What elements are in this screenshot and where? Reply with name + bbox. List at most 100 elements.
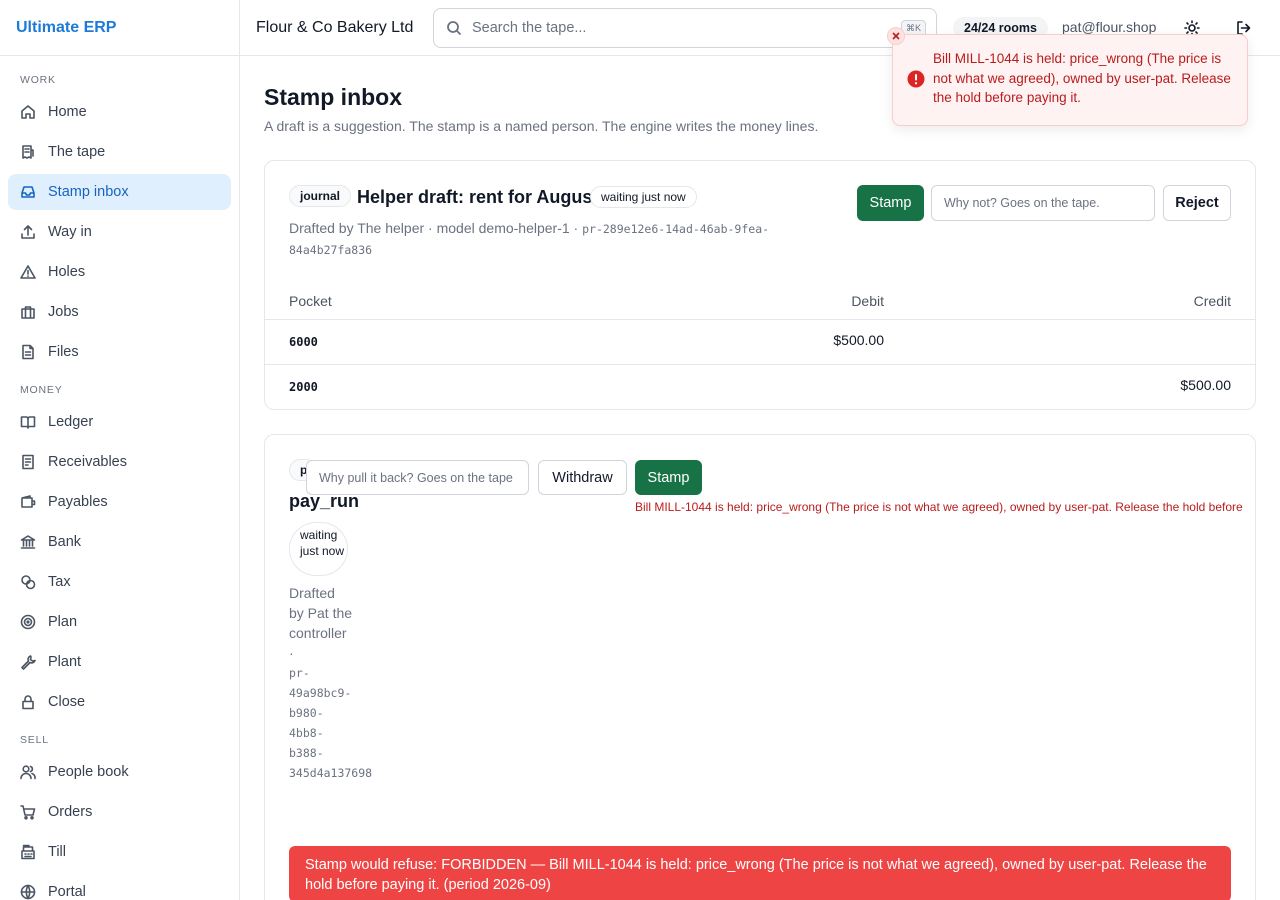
sidebar-item-label: Files	[48, 344, 79, 360]
sidebar-item-label: Home	[48, 104, 87, 120]
brand-logo[interactable]: Ultimate ERP	[0, 0, 239, 56]
withdraw-reason-input[interactable]: Why pull it back? Goes on the tape	[306, 460, 529, 495]
cell-pocket: 6000	[289, 335, 318, 349]
lock-icon	[20, 694, 36, 710]
draft-card-pay-run: p pay_run waiting just now Drafted by Pa…	[264, 434, 1256, 900]
sidebar-item-label: Jobs	[48, 304, 79, 320]
draft-author: Drafted by Pat the controller ·	[289, 585, 353, 661]
column-header-pocket: Pocket	[289, 293, 332, 309]
sidebar-section-work: WORK	[20, 74, 56, 86]
sidebar-item-close[interactable]: Close	[8, 684, 231, 720]
book-icon	[20, 414, 36, 430]
company-name[interactable]: Flour & Co Bakery Ltd	[256, 19, 413, 37]
upload-icon	[20, 224, 36, 240]
cell-pocket: 2000	[289, 380, 318, 394]
sidebar-item-label: Plan	[48, 614, 78, 630]
inline-error-message: Bill MILL-1044 is held: price_wrong (The…	[635, 500, 1243, 514]
sidebar-item-home[interactable]: Home	[8, 94, 231, 130]
sidebar-item-receivables[interactable]: Receivables	[8, 444, 231, 480]
column-header-debit: Debit	[851, 293, 884, 309]
inbox-icon	[20, 184, 36, 200]
sidebar-item-orders[interactable]: Orders	[8, 794, 231, 830]
sidebar-item-till[interactable]: Till	[8, 834, 231, 870]
cart-icon	[20, 804, 36, 820]
withdraw-button[interactable]: Withdraw	[538, 460, 627, 495]
sidebar-item-label: Portal	[48, 884, 86, 900]
table-row: 2000 $500.00	[265, 365, 1255, 410]
column-header-credit: Credit	[1193, 293, 1231, 309]
sidebar-item-jobs[interactable]: Jobs	[8, 294, 231, 330]
sidebar-section-sell: SELL	[20, 734, 49, 746]
sidebar-item-label: Payables	[48, 494, 108, 510]
search-input[interactable]: Search the tape... ⌘K	[433, 8, 937, 48]
sidebar-item-label: Holes	[48, 264, 86, 280]
coins-icon	[20, 574, 36, 590]
sidebar-item-way-in[interactable]: Way in	[8, 214, 231, 250]
wallet-icon	[20, 494, 36, 510]
users-icon	[20, 764, 36, 780]
sidebar-item-label: Orders	[48, 804, 93, 820]
stamp-button[interactable]: Stamp	[857, 185, 924, 221]
table-header: Pocket Debit Credit	[265, 281, 1255, 320]
sidebar-item-tax[interactable]: Tax	[8, 564, 231, 600]
error-icon	[907, 70, 925, 88]
stamp-button[interactable]: Stamp	[635, 460, 702, 495]
wrench-icon	[20, 654, 36, 670]
sidebar-item-payables[interactable]: Payables	[8, 484, 231, 520]
sidebar-item-label: Close	[48, 694, 86, 710]
sidebar: Ultimate ERP WORK Home The tape Stamp in…	[0, 0, 240, 900]
receivable-icon	[20, 454, 36, 470]
search-placeholder: Search the tape...	[472, 20, 587, 36]
sidebar-item-label: Ledger	[48, 414, 94, 430]
sidebar-item-stamp-inbox[interactable]: Stamp inbox	[8, 174, 231, 210]
reject-button[interactable]: Reject	[1163, 185, 1231, 221]
draft-kind-badge: journal	[289, 185, 352, 207]
cell-credit: $500.00	[1180, 377, 1231, 393]
home-icon	[20, 104, 36, 120]
status-badge: waiting just now	[590, 186, 697, 208]
refusal-alert: Stamp would refuse: FORBIDDEN — Bill MIL…	[289, 846, 1231, 900]
error-toast: Bill MILL-1044 is held: price_wrong (The…	[892, 34, 1248, 126]
page-subtitle: A draft is a suggestion. The stamp is a …	[264, 118, 819, 134]
sidebar-item-files[interactable]: Files	[8, 334, 231, 370]
sidebar-item-label: Stamp inbox	[48, 184, 129, 200]
page-title: Stamp inbox	[264, 84, 403, 110]
toast-message: Bill MILL-1044 is held: price_wrong (The…	[933, 51, 1231, 105]
sidebar-item-bank[interactable]: Bank	[8, 524, 231, 560]
cell-debit: $500.00	[833, 332, 884, 348]
bank-icon	[20, 534, 36, 550]
sidebar-item-label: Receivables	[48, 454, 127, 470]
sidebar-item-the-tape[interactable]: The tape	[8, 134, 231, 170]
target-icon	[20, 614, 36, 630]
file-icon	[20, 344, 36, 360]
sidebar-item-portal[interactable]: Portal	[8, 874, 231, 900]
draft-card-journal: journal Helper draft: rent for August wa…	[264, 160, 1256, 410]
sidebar-section-money: MONEY	[20, 384, 63, 396]
close-icon[interactable]	[887, 27, 905, 45]
sidebar-item-label: Way in	[48, 224, 92, 240]
sidebar-item-plan[interactable]: Plan	[8, 604, 231, 640]
sidebar-item-label: People book	[48, 764, 129, 780]
draft-meta: Drafted by The helper · model demo-helpe…	[289, 218, 809, 260]
draft-title: Helper draft: rent for August	[357, 187, 599, 207]
user-email[interactable]: pat@flour.shop	[1062, 19, 1156, 35]
globe-icon	[20, 884, 36, 900]
table-row: 6000 $500.00	[265, 320, 1255, 365]
search-icon	[447, 21, 462, 36]
sidebar-item-label: Plant	[48, 654, 82, 670]
reject-reason-input[interactable]: Why not? Goes on the tape.	[931, 185, 1155, 221]
receipt-icon	[20, 144, 36, 160]
draft-meta: Drafted by Pat the controller · pr-49a98…	[289, 583, 373, 783]
draft-id: pr-49a98bc9-b980-4bb8-b388-345d4a137698	[289, 666, 373, 780]
sidebar-item-label: Bank	[48, 534, 82, 550]
sidebar-item-plant[interactable]: Plant	[8, 644, 231, 680]
draft-author: Drafted by The helper · model demo-helpe…	[289, 220, 579, 236]
sidebar-item-holes[interactable]: Holes	[8, 254, 231, 290]
sidebar-item-ledger[interactable]: Ledger	[8, 404, 231, 440]
sidebar-item-label: Till	[48, 844, 66, 860]
main-content: Stamp inbox A draft is a suggestion. The…	[240, 56, 1280, 900]
sidebar-item-label: Tax	[48, 574, 71, 590]
register-icon	[20, 844, 36, 860]
sidebar-item-label: The tape	[48, 144, 106, 160]
sidebar-item-people-book[interactable]: People book	[8, 754, 231, 790]
